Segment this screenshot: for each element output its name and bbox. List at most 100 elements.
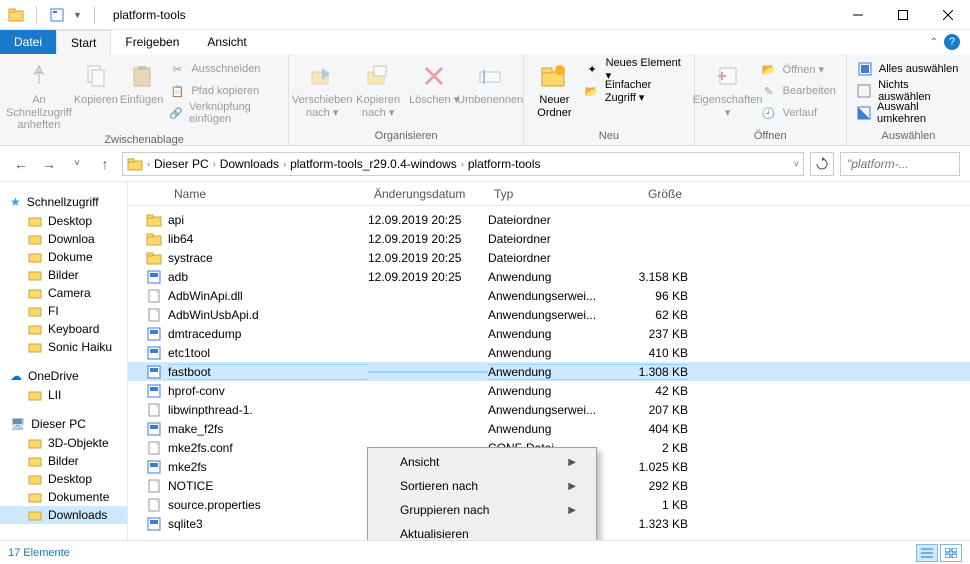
easy-access-button[interactable]: 📂Einfacher Zugriff ▾ — [581, 80, 688, 102]
nav-forward-button[interactable]: → — [38, 156, 60, 172]
sidebar-this-pc[interactable]: 🖥Dieser PC — [0, 414, 127, 434]
navigation-pane[interactable]: ★Schnellzugriff DesktopDownloaDokumeBild… — [0, 182, 128, 540]
rename-icon — [474, 60, 506, 92]
file-row[interactable]: api12.09.2019 20:25Dateiordner — [128, 210, 970, 229]
sidebar-item[interactable]: Bilder — [0, 266, 127, 284]
properties-button[interactable]: Eigenschaften ▾ — [701, 56, 755, 119]
column-type[interactable]: Typ — [488, 187, 608, 201]
sidebar-item[interactable]: Downloa — [0, 230, 127, 248]
open-icon: 📂 — [761, 61, 777, 77]
breadcrumb[interactable]: platform-tools_r29.0.4-windows› — [290, 157, 464, 171]
tab-start[interactable]: Start — [56, 30, 111, 54]
sidebar-quick-access[interactable]: ★Schnellzugriff — [0, 192, 127, 212]
paste-shortcut-button[interactable]: 🔗Verknüpfung einfügen — [165, 102, 282, 124]
address-bar[interactable]: › Dieser PC› Downloads› platform-tools_r… — [122, 152, 804, 176]
file-type-icon — [146, 326, 164, 342]
select-all-button[interactable]: Alles auswählen — [853, 58, 964, 80]
ribbon-tabs: Datei Start Freigeben Ansicht ⌃ ? — [0, 30, 970, 54]
file-row[interactable]: make_f2fsAnwendung404 KB — [128, 419, 970, 438]
sidebar-item[interactable]: Bilder — [0, 452, 127, 470]
view-details-button[interactable] — [916, 544, 938, 562]
folder-icon — [28, 454, 42, 468]
file-row[interactable]: AdbWinApi.dllAnwendungserwei...96 KB — [128, 286, 970, 305]
maximize-button[interactable] — [880, 0, 925, 30]
help-icon[interactable]: ? — [944, 34, 960, 50]
sidebar-item[interactable]: Desktop — [0, 212, 127, 230]
file-row[interactable]: AdbWinUsbApi.dAnwendungserwei...62 KB — [128, 305, 970, 324]
sidebar-item[interactable]: FI — [0, 302, 127, 320]
sidebar-item[interactable]: Sonic Haiku — [0, 338, 127, 356]
column-headers[interactable]: Name Änderungsdatum Typ Größe — [128, 182, 970, 206]
qat-dropdown-icon[interactable]: ▼ — [73, 10, 82, 20]
sidebar-item[interactable]: Downloads — [0, 506, 127, 524]
nav-up-button[interactable]: ↑ — [94, 156, 116, 172]
file-row[interactable]: lib6412.09.2019 20:25Dateiordner — [128, 229, 970, 248]
paste-button[interactable]: Einfügen — [120, 56, 163, 107]
new-folder-button[interactable]: Neuer Ordner — [530, 56, 579, 119]
close-button[interactable] — [925, 0, 970, 30]
move-to-button[interactable]: Verschieben nach ▾ — [295, 56, 349, 119]
delete-button[interactable]: Löschen ▾ — [407, 56, 461, 107]
sidebar-item[interactable]: Keyboard — [0, 320, 127, 338]
breadcrumb[interactable]: Dieser PC› — [154, 157, 216, 171]
sidebar-item[interactable]: Desktop — [0, 470, 127, 488]
select-none-button[interactable]: Nichts auswählen — [853, 80, 964, 102]
minimize-button[interactable] — [835, 0, 880, 30]
tab-share[interactable]: Freigeben — [111, 30, 193, 54]
copy-button[interactable]: Kopieren — [74, 56, 118, 107]
file-row[interactable]: libwinpthread-1.Anwendungserwei...207 KB — [128, 400, 970, 419]
sidebar-item[interactable]: Camera — [0, 284, 127, 302]
column-name[interactable]: Name — [168, 187, 368, 201]
file-row[interactable]: fastbootAnwendung1.308 KB — [128, 362, 970, 381]
qat-properties-icon[interactable] — [49, 7, 65, 23]
group-new-label: Neu — [530, 128, 687, 145]
tab-file[interactable]: Datei — [0, 30, 56, 54]
sidebar-item[interactable]: 3D-Objekte — [0, 434, 127, 452]
sidebar-item[interactable]: Dokumente — [0, 488, 127, 506]
file-type-icon — [146, 440, 164, 456]
sidebar-onedrive[interactable]: ☁OneDrive — [0, 366, 127, 386]
folder-icon — [28, 508, 42, 522]
address-dropdown-icon[interactable]: ˅ — [794, 159, 799, 169]
file-row[interactable]: dmtracedumpAnwendung237 KB — [128, 324, 970, 343]
column-date[interactable]: Änderungsdatum — [368, 187, 488, 201]
rename-button[interactable]: Umbenennen — [463, 56, 517, 107]
copy-to-button[interactable]: Kopieren nach ▾ — [351, 56, 405, 119]
breadcrumb[interactable]: platform-tools — [468, 157, 541, 171]
breadcrumb[interactable]: Downloads› — [220, 157, 286, 171]
new-item-button[interactable]: ✦Neues Element ▾ — [581, 58, 688, 80]
nav-recent-button[interactable]: ˅ — [66, 158, 88, 169]
history-button[interactable]: 🕘Verlauf — [757, 102, 840, 124]
sidebar-item[interactable]: LII — [0, 386, 127, 404]
shortcut-icon: 🔗 — [169, 105, 183, 121]
context-menu-item[interactable]: Aktualisieren — [370, 522, 594, 540]
select-none-icon — [857, 83, 872, 99]
tab-view[interactable]: Ansicht — [193, 30, 260, 54]
sidebar-item[interactable]: Dokume — [0, 248, 127, 266]
copy-path-button[interactable]: 📋Pfad kopieren — [165, 80, 282, 102]
invert-selection-button[interactable]: Auswahl umkehren — [853, 102, 964, 124]
folder-icon — [28, 322, 42, 336]
context-menu-item[interactable]: Sortieren nach▶ — [370, 474, 594, 498]
nav-back-button[interactable]: ← — [10, 156, 32, 172]
edit-button[interactable]: ✎Bearbeiten — [757, 80, 840, 102]
cut-button[interactable]: ✂Ausschneiden — [165, 58, 282, 80]
refresh-button[interactable] — [810, 152, 834, 176]
copy-icon — [80, 60, 112, 92]
search-input[interactable]: "platform-... — [840, 152, 960, 176]
context-menu-item[interactable]: Ansicht▶ — [370, 450, 594, 474]
file-type-icon — [146, 459, 164, 475]
file-row[interactable]: etc1toolAnwendung410 KB — [128, 343, 970, 362]
group-open-label: Öffnen — [701, 128, 840, 145]
view-icons-button[interactable] — [940, 544, 962, 562]
file-row[interactable]: systrace12.09.2019 20:25Dateiordner — [128, 248, 970, 267]
open-button[interactable]: 📂Öffnen ▾ — [757, 58, 840, 80]
column-size[interactable]: Größe — [608, 187, 688, 201]
ribbon-collapse-icon[interactable]: ⌃ — [930, 37, 938, 48]
file-list-pane[interactable]: Name Änderungsdatum Typ Größe api12.09.2… — [128, 182, 970, 540]
context-menu-item[interactable]: Gruppieren nach▶ — [370, 498, 594, 522]
file-row[interactable]: hprof-convAnwendung42 KB — [128, 381, 970, 400]
folder-icon — [28, 232, 42, 246]
pin-to-quick-access-button[interactable]: An Schnellzugriff anheften — [6, 56, 72, 132]
file-row[interactable]: adb12.09.2019 20:25Anwendung3.158 KB — [128, 267, 970, 286]
